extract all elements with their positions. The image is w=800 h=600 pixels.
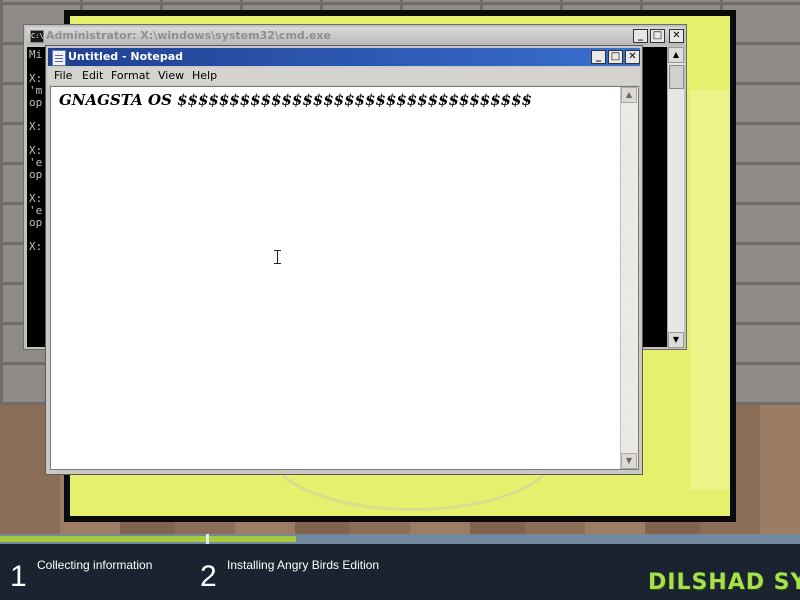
step-2-label: Installing Angry Birds Edition [227,558,380,572]
cmd-vertical-scrollbar[interactable]: ▲ ▼ [667,47,684,348]
scroll-up-arrow-icon[interactable]: ▲ [621,87,637,103]
notepad-menu-bar: File Edit Format View Help [48,67,640,85]
console-line: Mi [29,48,43,61]
step-1-number: 1 [10,560,27,593]
step-1-label: Collecting information [37,558,153,572]
notepad-minimize-button[interactable]: _ [591,50,606,64]
cmd-close-button[interactable]: ✕ [669,29,684,43]
console-line: X: [29,240,43,253]
board-stripe [690,90,730,490]
setup-status-bar: 1 Collecting information 2 Installing An… [0,534,800,600]
scroll-down-arrow-icon[interactable]: ▼ [668,332,684,348]
menu-file[interactable]: File [54,69,72,82]
menu-format[interactable]: Format [111,69,150,82]
console-line: op [29,216,43,229]
notepad-vertical-scrollbar[interactable]: ▲ ▼ [620,87,638,469]
notepad-window[interactable]: Untitled - Notepad _ □ ✕ File Edit Forma… [45,45,643,475]
notepad-text-area[interactable]: GNAGSTA OS $$$$$$$$$$$$$$$$$$$$$$$$$$$$$… [50,86,639,470]
setup-progress-fill [0,536,296,542]
cmd-title: Administrator: X:\windows\system32\cmd.e… [46,29,331,42]
console-line: X: [29,120,43,133]
menu-edit[interactable]: Edit [82,69,103,82]
cmd-minimize-button[interactable]: _ [633,29,648,43]
cmd-maximize-button[interactable]: □ [650,29,665,43]
notepad-text-content: GNAGSTA OS $$$$$$$$$$$$$$$$$$$$$$$$$$$$$… [59,91,532,109]
scroll-up-arrow-icon[interactable]: ▲ [668,47,684,63]
scroll-down-arrow-icon[interactable]: ▼ [621,453,637,469]
step-2-number: 2 [200,560,217,593]
progress-step-divider [206,534,209,544]
console-icon: C:\ [30,30,44,43]
cmd-title-bar[interactable]: C:\ Administrator: X:\windows\system32\c… [26,27,684,45]
notepad-close-button[interactable]: ✕ [625,50,640,64]
notepad-maximize-button[interactable]: □ [608,50,623,64]
text-cursor-icon [274,250,281,264]
menu-help[interactable]: Help [192,69,217,82]
console-line: op [29,96,43,109]
cmd-scroll-thumb[interactable] [669,65,684,89]
notepad-title: Untitled - Notepad [68,50,184,63]
menu-view[interactable]: View [158,69,184,82]
notepad-icon [52,50,66,66]
brand-logo: DILSHAD SYS [648,570,800,595]
notepad-title-bar[interactable]: Untitled - Notepad _ □ ✕ [48,48,640,66]
console-line: op [29,168,43,181]
setup-progress-track [0,534,800,544]
